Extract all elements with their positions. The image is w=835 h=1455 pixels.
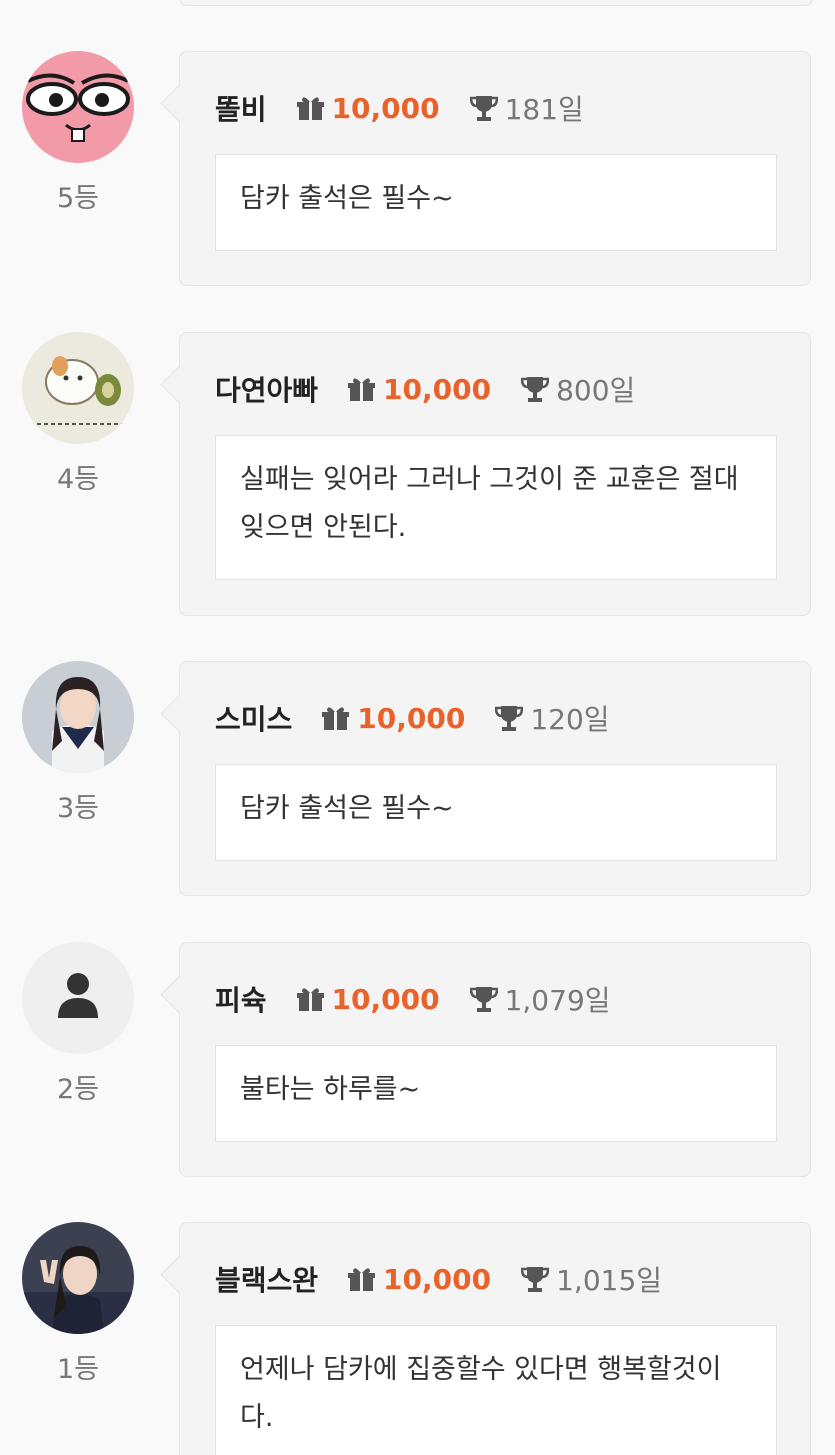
comment-text: 불타는 하루를~ <box>215 1045 777 1142</box>
avatar[interactable] <box>22 51 134 163</box>
attendance-days: 800일 <box>556 374 636 407</box>
trophy-icon <box>469 985 498 1013</box>
user-name[interactable]: 똘비 <box>215 88 267 128</box>
comment-text: 실패는 잊어라 그러나 그것이 준 교훈은 절대 잊으면 안된다. <box>215 435 777 580</box>
user-name[interactable]: 다연아빠 <box>215 369 318 409</box>
gift-icon <box>348 1267 376 1292</box>
card-pointer <box>160 694 199 733</box>
attendance-days: 181일 <box>504 93 584 126</box>
attendance-ranking-list: 5등 똘비 10,000 181일 담카 출석은 필수~ 4등 다연아빠 10,… <box>0 0 835 1455</box>
avatar[interactable] <box>22 942 134 1054</box>
points-value: 10,000 <box>357 701 466 735</box>
comment-text: 언제나 담카에 집중할수 있다면 행복할것이다. <box>215 1325 777 1455</box>
avatar[interactable] <box>22 1222 134 1334</box>
rank-label: 4등 <box>56 464 100 495</box>
attendance-days: 1,015일 <box>556 1264 663 1297</box>
entry-meta: 스미스 10,000 120일 <box>215 698 610 738</box>
entry-meta: 다연아빠 10,000 800일 <box>215 369 635 409</box>
comment-card: 스미스 10,000 120일 담카 출석은 필수~ <box>160 661 811 896</box>
previous-card-edge <box>179 0 813 6</box>
points-value: 10,000 <box>331 982 440 1016</box>
entry-meta: 피슉 10,000 1,079일 <box>215 979 611 1019</box>
rank-label: 3등 <box>56 793 100 824</box>
user-name[interactable]: 스미스 <box>215 698 292 738</box>
card-pointer <box>160 365 199 404</box>
avatar[interactable] <box>22 332 134 444</box>
points-value: 10,000 <box>383 1262 492 1296</box>
comment-card: 다연아빠 10,000 800일 실패는 잊어라 그러나 그것이 준 교훈은 절… <box>160 332 811 616</box>
gift-icon <box>296 96 324 121</box>
avatar[interactable] <box>22 661 134 773</box>
rank-label: 2등 <box>56 1074 100 1105</box>
card-pointer <box>160 975 199 1014</box>
points-value: 10,000 <box>383 372 492 406</box>
comment-card: 블랙스완 10,000 1,015일 언제나 담카에 집중할수 있다면 행복할것… <box>160 1222 811 1455</box>
card-pointer <box>160 84 199 123</box>
user-name[interactable]: 피슉 <box>215 979 267 1019</box>
gift-icon <box>296 987 324 1012</box>
trophy-icon <box>520 1265 550 1293</box>
trophy-icon <box>469 94 498 122</box>
card-pointer <box>160 1255 199 1294</box>
entry-meta: 똘비 10,000 181일 <box>215 88 584 128</box>
rank-label: 1등 <box>56 1354 100 1385</box>
trophy-icon <box>520 375 550 403</box>
attendance-days: 120일 <box>530 703 610 736</box>
rank-label: 5등 <box>56 183 100 214</box>
default-user-icon <box>22 942 134 1054</box>
comment-text: 담카 출석은 필수~ <box>215 154 777 251</box>
comment-card: 피슉 10,000 1,079일 불타는 하루를~ <box>160 942 811 1177</box>
user-name[interactable]: 블랙스완 <box>215 1259 318 1299</box>
trophy-icon <box>495 704 524 732</box>
entry-meta: 블랙스완 10,000 1,015일 <box>215 1259 662 1299</box>
attendance-days: 1,079일 <box>504 984 611 1017</box>
gift-icon <box>348 377 376 402</box>
points-value: 10,000 <box>331 91 440 125</box>
gift-icon <box>322 706 350 731</box>
comment-card: 똘비 10,000 181일 담카 출석은 필수~ <box>160 51 811 286</box>
comment-text: 담카 출석은 필수~ <box>215 764 777 861</box>
